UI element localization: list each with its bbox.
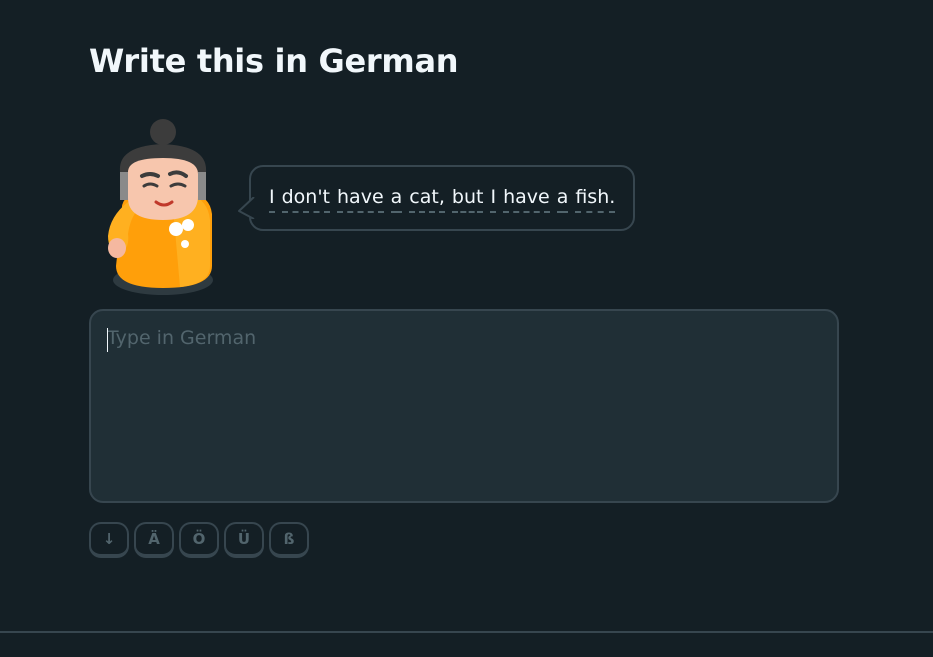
prompt-word[interactable]: but (451, 185, 484, 213)
speech-bubble: I don't have a cat, but I have a fish. (238, 165, 636, 231)
collapse-keys-button[interactable]: ↓ (89, 522, 129, 558)
prompt-word[interactable]: fish. (575, 185, 616, 213)
lesson-page: Write this in German I don't have a cat,… (0, 0, 933, 657)
key-o-umlaut-button[interactable]: Ö (179, 522, 219, 558)
prompt-word[interactable]: cat, (409, 185, 445, 213)
prompt-word[interactable]: a (390, 185, 403, 213)
key-u-umlaut-button[interactable]: Ü (224, 522, 264, 558)
special-character-keys: ↓ Ä Ö Ü ß (89, 522, 309, 558)
text-caret (107, 328, 108, 352)
character-illustration (108, 119, 213, 295)
prompt-word[interactable]: I (269, 185, 275, 213)
answer-box (89, 309, 839, 503)
prompt-word[interactable]: I (490, 185, 497, 213)
key-eszett-button[interactable]: ß (269, 522, 309, 558)
key-a-umlaut-button[interactable]: Ä (134, 522, 174, 558)
answer-input[interactable] (91, 311, 837, 501)
prompt-word[interactable]: a (556, 185, 569, 213)
prompt-sentence: I don't have a cat, but I have a fish. (269, 185, 616, 213)
prompt-word[interactable]: don't (281, 185, 331, 213)
footer-divider (0, 631, 933, 633)
character-avatar-icon (100, 116, 220, 301)
page-title: Write this in German (89, 42, 459, 80)
prompt-word[interactable]: have (503, 185, 550, 213)
prompt-word[interactable]: have (337, 185, 384, 213)
